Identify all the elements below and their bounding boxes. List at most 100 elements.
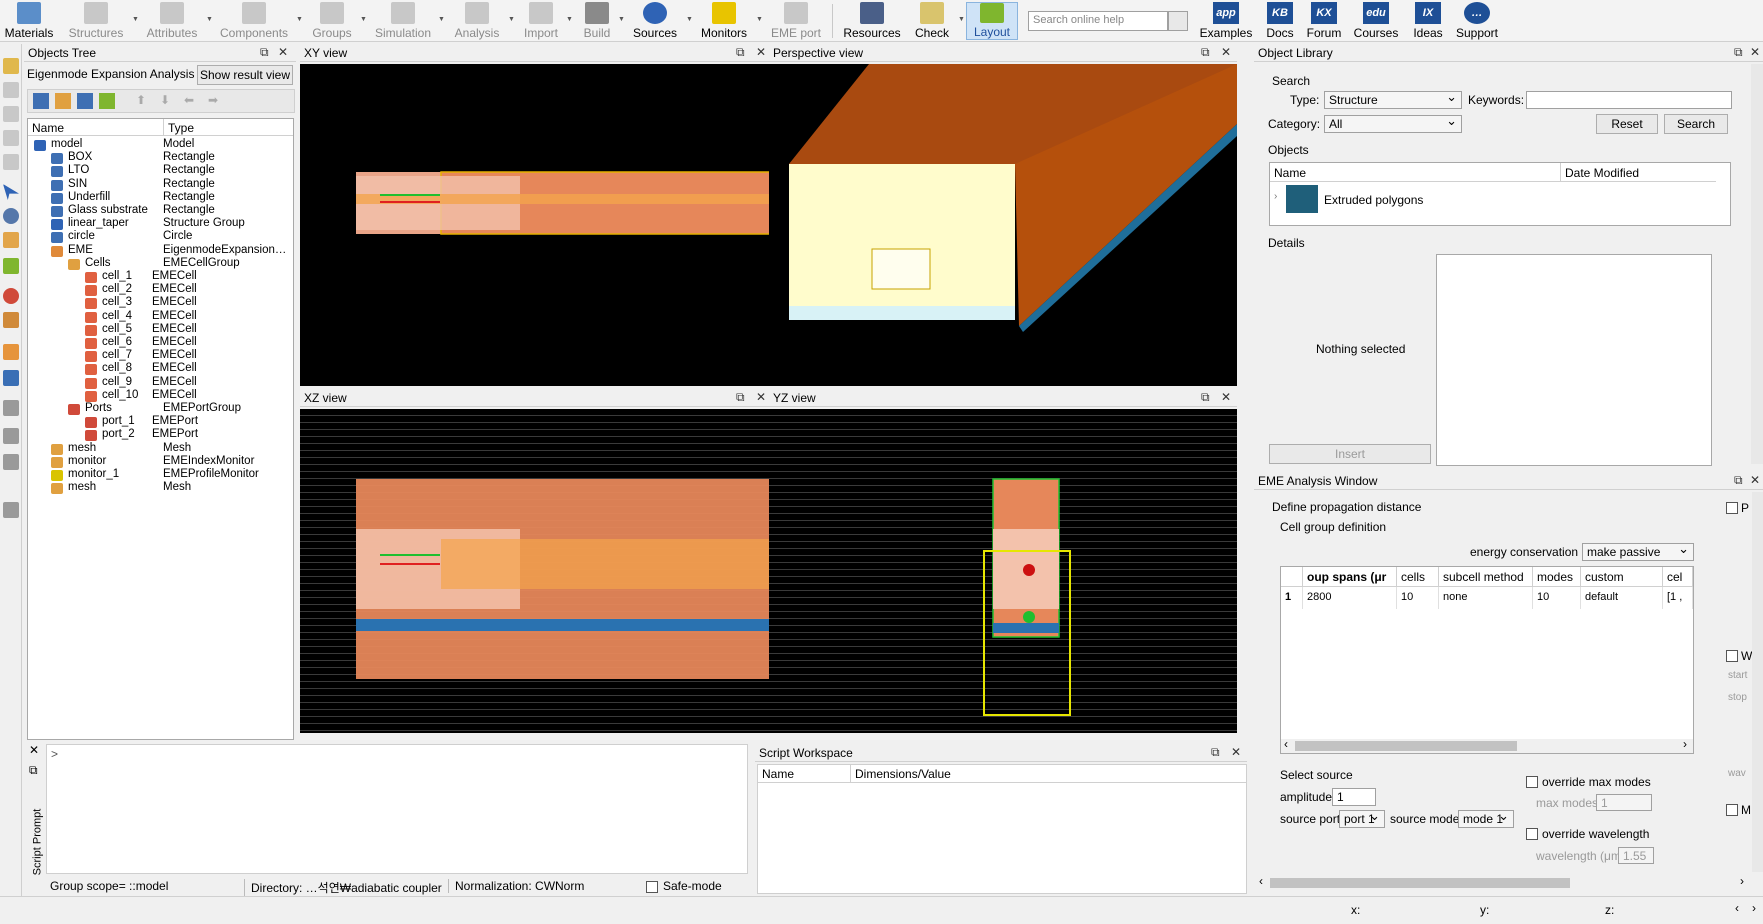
move-left-icon[interactable]: ⬅	[184, 93, 198, 109]
close-icon[interactable]: ✕	[1750, 473, 1760, 487]
grid-snap-icon[interactable]	[3, 312, 19, 328]
array-icon[interactable]	[3, 130, 19, 146]
add-mesh-icon[interactable]	[33, 93, 49, 109]
groups-dropdown-arrow[interactable]: ▼	[360, 16, 367, 23]
scroll-left-icon[interactable]: ‹	[1284, 737, 1288, 751]
float-icon[interactable]: ⧉	[736, 390, 745, 405]
float-icon[interactable]: ⧉	[1734, 45, 1743, 60]
insert-button[interactable]: Insert	[1269, 444, 1431, 464]
build-dropdown-arrow[interactable]: ▼	[618, 16, 625, 23]
pan-hand-icon[interactable]	[3, 232, 19, 248]
cell-subcell-method[interactable]: none	[1439, 587, 1533, 609]
layout-button[interactable]: Layout	[966, 2, 1018, 40]
scroll-left-icon[interactable]: ‹	[1259, 874, 1263, 888]
keywords-input[interactable]	[1526, 91, 1732, 109]
view-x-icon[interactable]	[3, 400, 19, 416]
scroll-right-icon[interactable]: ›	[1740, 874, 1744, 888]
groups-button[interactable]: Groups	[310, 2, 354, 40]
scroll-right-icon[interactable]: ›	[1683, 737, 1687, 751]
delete-icon[interactable]	[3, 154, 19, 170]
override-max-modes-checkbox[interactable]	[1526, 776, 1538, 788]
cell-extra[interactable]: [1 ,	[1663, 587, 1693, 609]
close-icon[interactable]: ✕	[1221, 45, 1231, 59]
sources-button[interactable]: Sources	[630, 2, 680, 40]
eme-vscrollbar[interactable]	[1752, 492, 1763, 872]
tree-row[interactable]: mesh Mesh	[28, 481, 293, 496]
select-pointer-icon[interactable]	[3, 184, 19, 200]
analysis-button[interactable]: Analysis	[452, 2, 502, 40]
float-icon[interactable]: ⧉	[260, 45, 269, 60]
source-mode-select[interactable]: mode 1	[1458, 808, 1514, 828]
search-icon[interactable]	[1168, 11, 1188, 31]
zoom-icon[interactable]	[3, 208, 19, 224]
cell-cells[interactable]: 10	[1397, 587, 1439, 609]
wavelength-input[interactable]: 1.55	[1618, 847, 1654, 864]
source-port-select[interactable]: port 1	[1339, 808, 1385, 828]
grid-icon[interactable]	[3, 344, 19, 360]
components-button[interactable]: Components	[220, 2, 288, 40]
table-icon[interactable]	[3, 370, 19, 386]
check-button[interactable]: Check	[910, 2, 954, 40]
support-link[interactable]: … Support	[1454, 2, 1500, 40]
materials-button[interactable]: Materials	[5, 2, 53, 40]
add-monitor-icon[interactable]	[99, 93, 115, 109]
close-icon[interactable]: ✕	[1231, 745, 1241, 759]
view-xy-icon[interactable]	[3, 428, 19, 444]
add-cell-icon[interactable]	[55, 93, 71, 109]
float-icon[interactable]: ⧉	[1201, 390, 1210, 405]
side-checkbox-p[interactable]	[1726, 502, 1738, 514]
library-search-button[interactable]: Search	[1664, 114, 1728, 134]
monitors-button[interactable]: Monitors	[698, 2, 750, 40]
monitors-dropdown-arrow[interactable]: ▼	[756, 16, 763, 23]
library-scrollbar[interactable]	[1751, 64, 1763, 464]
close-icon[interactable]: ✕	[1750, 45, 1760, 59]
add-object-icon[interactable]	[3, 82, 19, 98]
float-icon[interactable]: ⧉	[1734, 473, 1743, 488]
docs-link[interactable]: KB Docs	[1262, 2, 1298, 40]
energy-conservation-select[interactable]: make passive	[1582, 541, 1694, 561]
close-icon[interactable]: ✕	[1221, 390, 1231, 404]
zoom-extent-icon[interactable]	[3, 288, 19, 304]
ruler-icon[interactable]	[3, 258, 19, 274]
view-z-icon[interactable]	[3, 502, 19, 518]
simulation-button[interactable]: Simulation	[374, 2, 432, 40]
float-icon[interactable]: ⧉	[736, 45, 745, 60]
eme-port-button[interactable]: EME port	[768, 2, 824, 40]
simulation-dropdown-arrow[interactable]: ▼	[438, 16, 445, 23]
forum-link[interactable]: KX Forum	[1304, 2, 1344, 40]
ideas-link[interactable]: IX Ideas	[1410, 2, 1446, 40]
close-icon[interactable]: ✕	[756, 45, 766, 59]
move-right-icon[interactable]: ➡	[208, 93, 222, 109]
build-button[interactable]: Build	[578, 2, 616, 40]
show-result-view-button[interactable]: Show result view	[197, 65, 293, 85]
table-hscrollbar[interactable]: ‹ ›	[1281, 737, 1693, 753]
cell-modes[interactable]: 10	[1533, 587, 1581, 609]
xz-view[interactable]	[300, 409, 772, 733]
attributes-button[interactable]: Attributes	[146, 2, 198, 40]
safe-mode-checkbox[interactable]	[646, 881, 658, 893]
expand-icon[interactable]: ›	[1274, 191, 1277, 202]
move-up-icon[interactable]: ⬆	[136, 93, 150, 109]
reset-button[interactable]: Reset	[1596, 114, 1658, 134]
add-port-icon[interactable]	[77, 93, 93, 109]
side-checkbox-w[interactable]	[1726, 650, 1738, 662]
import-button[interactable]: Import	[520, 2, 562, 40]
side-checkbox-m[interactable]	[1726, 804, 1738, 816]
close-icon[interactable]: ✕	[278, 45, 288, 59]
move-down-icon[interactable]: ⬇	[160, 93, 174, 109]
close-icon[interactable]: ✕	[756, 390, 766, 404]
float-icon[interactable]: ⧉	[29, 763, 38, 778]
attributes-dropdown-arrow[interactable]: ▼	[206, 16, 213, 23]
examples-link[interactable]: app Examples	[1198, 2, 1254, 40]
structures-dropdown-arrow[interactable]: ▼	[132, 16, 139, 23]
max-modes-input[interactable]: 1	[1596, 794, 1652, 811]
category-select[interactable]: All	[1324, 113, 1462, 133]
eme-hscrollbar[interactable]: ‹ ›	[1256, 874, 1752, 890]
check-dropdown-arrow[interactable]: ▼	[958, 16, 965, 23]
resources-button[interactable]: Resources	[842, 2, 902, 40]
perspective-view[interactable]	[769, 64, 1237, 386]
view-y-icon[interactable]	[3, 454, 19, 470]
scroll-right-icon[interactable]: ›	[1752, 901, 1756, 915]
import-dropdown-arrow[interactable]: ▼	[566, 16, 573, 23]
structures-button[interactable]: Structures	[68, 2, 124, 40]
